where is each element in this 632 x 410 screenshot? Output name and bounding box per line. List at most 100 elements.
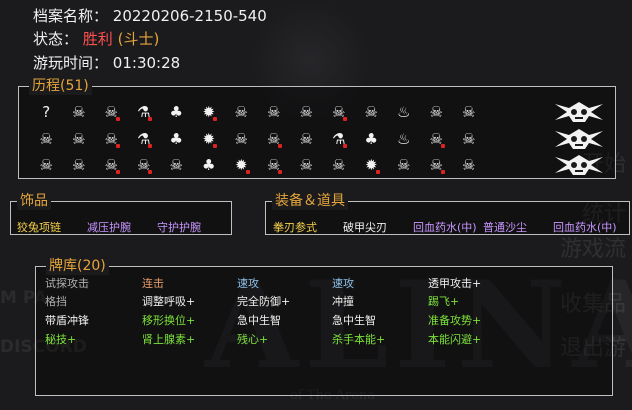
skull-icon[interactable]: ☠ bbox=[225, 100, 258, 124]
accessory-item[interactable]: 狡兔项链 bbox=[17, 219, 61, 235]
skull-meat-icon[interactable]: ☠ bbox=[95, 153, 128, 177]
bomb-icon[interactable]: ✹ bbox=[355, 153, 388, 177]
boss-icon[interactable] bbox=[553, 100, 605, 124]
trap-icon[interactable]: ♨ bbox=[388, 100, 421, 124]
skull-icon[interactable]: ☠ bbox=[420, 100, 453, 124]
equipment-item[interactable]: 回血药水(中) bbox=[553, 219, 617, 235]
skull-icon[interactable]: ☠ bbox=[388, 153, 421, 177]
chest-icon[interactable]: ♣ bbox=[160, 100, 193, 124]
equipment-item[interactable]: 回血药水(中) bbox=[413, 219, 477, 235]
deck-card[interactable]: 速攻 bbox=[332, 275, 354, 291]
skull-icon[interactable]: ☠ bbox=[453, 100, 486, 124]
deck-card[interactable]: 本能闪避+ bbox=[428, 331, 481, 347]
blood-mark-icon bbox=[148, 117, 152, 121]
blood-mark-icon bbox=[343, 144, 347, 148]
potion-icon[interactable]: ⚗ bbox=[323, 127, 356, 151]
blood-mark-icon bbox=[343, 117, 347, 121]
deck-card[interactable]: 杀手本能+ bbox=[332, 331, 385, 347]
deck-card[interactable]: 移形换位+ bbox=[142, 312, 195, 328]
skull-icon[interactable]: ☠ bbox=[290, 100, 323, 124]
skull-meat-icon[interactable]: ☠ bbox=[258, 153, 291, 177]
trap-icon[interactable]: ♨ bbox=[388, 127, 421, 151]
deck-card[interactable]: 残心+ bbox=[237, 331, 268, 347]
skull-meat-icon[interactable]: ☠ bbox=[420, 153, 453, 177]
blood-mark-icon bbox=[278, 144, 282, 148]
skull-icon[interactable]: ☠ bbox=[63, 127, 96, 151]
history-title: 历程(51) bbox=[29, 77, 92, 95]
skull-meat-icon[interactable]: ☠ bbox=[95, 127, 128, 151]
skull-icon[interactable]: ☠ bbox=[30, 127, 63, 151]
blood-mark-icon bbox=[440, 144, 445, 148]
blood-mark-icon bbox=[440, 170, 445, 174]
boss-icon[interactable] bbox=[553, 127, 605, 151]
deck-card[interactable]: 透甲攻击+ bbox=[428, 275, 481, 291]
playtime-line: 游玩时间： 01:30:28 bbox=[33, 52, 180, 73]
potion-icon[interactable]: ⚗ bbox=[128, 100, 161, 124]
skull-icon[interactable]: ☠ bbox=[30, 153, 63, 177]
accessory-item[interactable]: 减压护腕 bbox=[87, 219, 131, 235]
skull-icon[interactable]: ☠ bbox=[453, 153, 486, 177]
equipment-title: 装备＆道具 bbox=[272, 192, 348, 210]
status-class: (斗士) bbox=[117, 30, 160, 48]
deck-card[interactable]: 连击 bbox=[142, 275, 164, 291]
deck-card[interactable]: 秘技+ bbox=[45, 331, 76, 347]
deck-card[interactable]: 急中生智 bbox=[237, 312, 281, 328]
bomb-icon[interactable]: ✹ bbox=[193, 127, 226, 151]
skull-meat-icon[interactable]: ☠ bbox=[323, 100, 356, 124]
blood-mark-icon bbox=[278, 170, 282, 174]
deck-card[interactable]: 肾上腺素+ bbox=[142, 331, 195, 347]
accessory-item[interactable]: 守护护腕 bbox=[157, 219, 201, 235]
skull-icon[interactable]: ☠ bbox=[63, 100, 96, 124]
equipment-item[interactable]: 普通沙尘 bbox=[483, 219, 527, 235]
question-icon[interactable]: ? bbox=[30, 100, 63, 124]
skull-icon[interactable]: ☠ bbox=[290, 153, 323, 177]
deck-card[interactable]: 完全防御+ bbox=[237, 293, 290, 309]
deck-card[interactable]: 准备攻势+ bbox=[428, 312, 481, 328]
deck-card[interactable]: 格挡 bbox=[45, 293, 67, 309]
skull-icon[interactable]: ☠ bbox=[290, 127, 323, 151]
skull-meat-icon[interactable]: ☠ bbox=[95, 100, 128, 124]
status-result: 胜利 bbox=[82, 30, 113, 48]
skull-icon[interactable]: ☠ bbox=[63, 153, 96, 177]
blood-mark-icon bbox=[245, 170, 250, 174]
skull-icon[interactable]: ☠ bbox=[323, 153, 356, 177]
deck-card[interactable]: 带盾冲锋 bbox=[45, 312, 89, 328]
accessories-title: 饰品 bbox=[17, 192, 51, 210]
skull-meat-icon[interactable]: ☠ bbox=[420, 127, 453, 151]
deck-panel: 牌库(20) bbox=[35, 257, 613, 396]
deck-card[interactable]: 踢飞+ bbox=[428, 293, 459, 309]
blood-mark-icon bbox=[115, 144, 120, 148]
chest-icon[interactable]: ♣ bbox=[193, 153, 226, 177]
skull-icon[interactable]: ☠ bbox=[225, 127, 258, 151]
deck-card[interactable]: 冲撞 bbox=[332, 293, 354, 309]
chest-icon[interactable]: ♣ bbox=[160, 127, 193, 151]
playtime-label: 游玩时间： bbox=[33, 54, 109, 72]
chest-icon[interactable]: ♣ bbox=[355, 127, 388, 151]
history-row: ? ☠ ☠ ⚗ ♣ ✹ ☠ ☠ ☠ ☠ ☠ ♨ ☠ ☠ bbox=[30, 100, 485, 124]
skull-icon[interactable]: ☠ bbox=[258, 100, 291, 124]
skull-icon[interactable]: ☠ bbox=[453, 127, 486, 151]
blood-mark-icon bbox=[115, 117, 120, 121]
equipment-item[interactable]: 拳刃参式 bbox=[273, 219, 317, 235]
potion-icon[interactable]: ⚗ bbox=[128, 127, 161, 151]
archive-name-line: 档案名称： 20220206-2150-540 bbox=[33, 5, 267, 26]
boss-icon[interactable] bbox=[553, 153, 605, 177]
equipment-item[interactable]: 破甲尖刃 bbox=[343, 219, 387, 235]
deck-card[interactable]: 调整呼吸+ bbox=[142, 293, 195, 309]
horned-skull-icon[interactable]: ☠ bbox=[355, 100, 388, 124]
history-row: ☠ ☠ ☠ ☠ ☠ ♣ ✹ ☠ ☠ ☠ ✹ ☠ ☠ ☠ bbox=[30, 153, 485, 177]
blood-mark-icon bbox=[115, 170, 120, 174]
skull-meat-icon[interactable]: ☠ bbox=[128, 153, 161, 177]
skull-icon[interactable]: ☠ bbox=[160, 153, 193, 177]
deck-card[interactable]: 试探攻击 bbox=[45, 275, 89, 291]
status-line: 状态： 胜利 (斗士) bbox=[33, 28, 159, 49]
bomb-icon[interactable]: ✹ bbox=[193, 100, 226, 124]
bomb-icon[interactable]: ✹ bbox=[225, 153, 258, 177]
blood-mark-icon bbox=[213, 144, 217, 148]
deck-card[interactable]: 急中生智 bbox=[332, 312, 376, 328]
deck-card[interactable]: 速攻 bbox=[237, 275, 259, 291]
archive-name-value: 20220206-2150-540 bbox=[112, 7, 267, 25]
status-label: 状态： bbox=[33, 30, 79, 48]
skull-meat-icon[interactable]: ☠ bbox=[258, 127, 291, 151]
background-menu-right-2: 游戏流 bbox=[559, 237, 626, 262]
